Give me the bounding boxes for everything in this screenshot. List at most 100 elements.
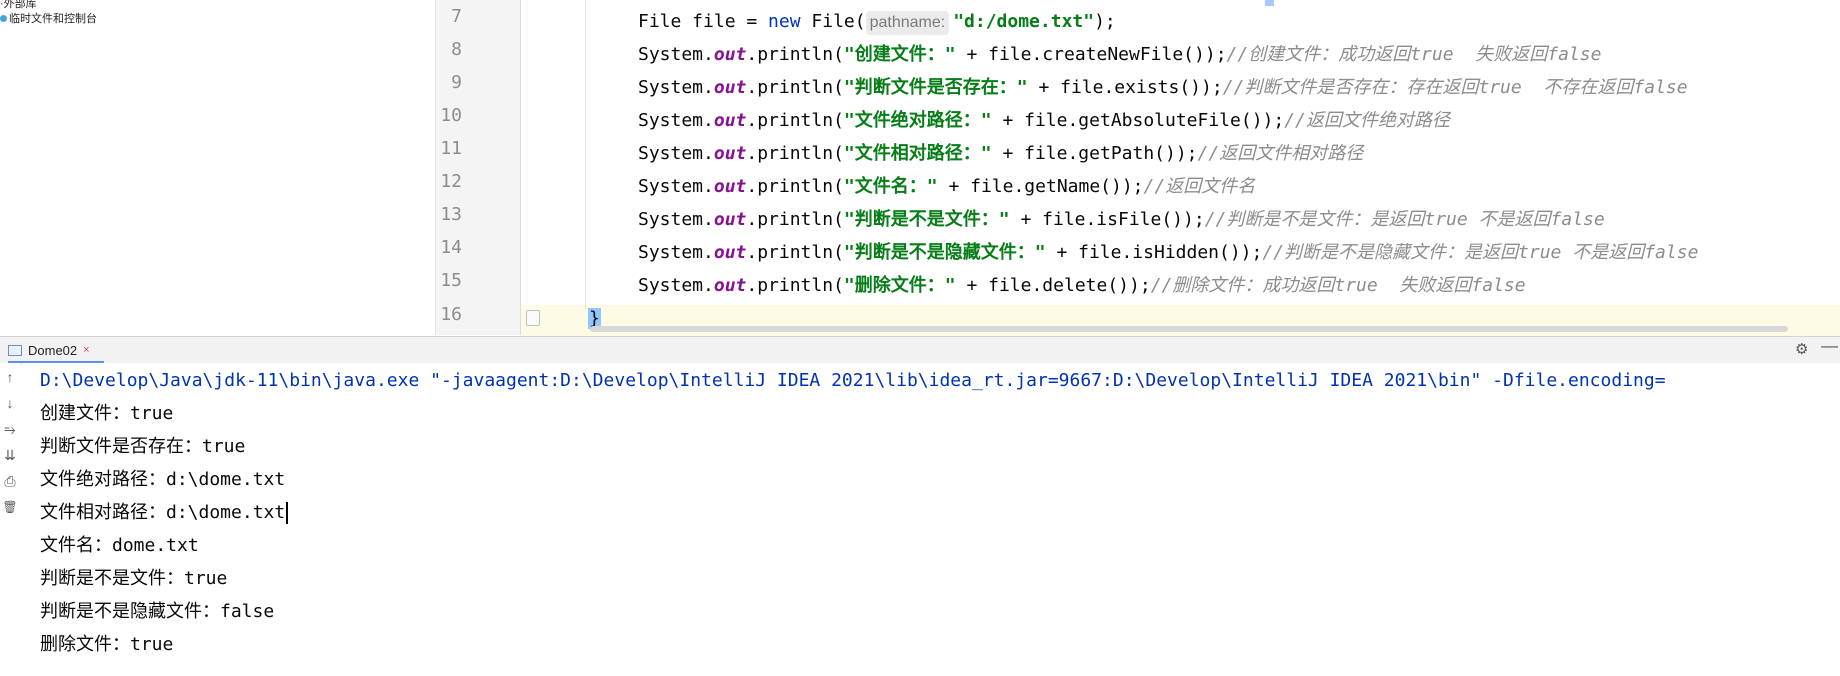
field-token: out	[713, 110, 747, 131]
field-token: out	[713, 77, 747, 98]
comment-token: //判断是不是隐藏文件：是返回true 不是返回false	[1262, 242, 1699, 263]
code-token: + file.isFile());	[1009, 209, 1205, 230]
run-tab-label: Dome02	[28, 342, 78, 358]
scroll-marker	[1265, 0, 1274, 6]
code-token: + file.delete());	[955, 275, 1151, 296]
console-line: 文件名：dome.txt	[40, 535, 199, 556]
line-number: 9	[451, 72, 462, 93]
parameter-hint: pathname:	[865, 11, 950, 35]
run-tool-window-header: Dome02 ×	[0, 336, 1840, 364]
console-line: 删除文件：true	[40, 634, 174, 655]
code-token: File file =	[638, 11, 769, 32]
field-token: out	[713, 275, 747, 296]
code-token: System.	[638, 275, 714, 296]
soft-wrap-icon[interactable]: ⥱	[0, 419, 20, 439]
string-token: "判断文件是否存在："	[843, 77, 1028, 98]
string-token: "删除文件："	[843, 275, 956, 296]
console-command-line: D:\Develop\Java\jdk-11\bin\java.exe "-ja…	[40, 370, 1666, 391]
comment-token: //创建文件：成功返回true 失败返回false	[1226, 44, 1602, 65]
code-token: .println(	[746, 242, 844, 263]
code-line[interactable]: File file = new File(pathname: "d:/dome.t…	[638, 6, 1116, 38]
console-line: 创建文件：true	[40, 403, 174, 424]
code-token: .println(	[746, 275, 844, 296]
console-line-with-caret: 文件相对路径：d:\dome.txt	[40, 496, 289, 529]
line-number: 13	[440, 204, 462, 225]
scroll-to-end-icon[interactable]: ⇊	[0, 445, 20, 465]
code-token: System.	[638, 143, 714, 164]
comment-token: //返回文件名	[1143, 176, 1256, 197]
line-number: 16	[440, 304, 462, 325]
indent-guide	[585, 0, 586, 310]
line-number: 12	[440, 171, 462, 192]
run-toolbar: ↑ ↓ ⥱ ⇊ ⎙ 🗑	[0, 363, 20, 676]
fold-icon[interactable]	[526, 310, 540, 326]
console-line: 判断文件是否存在：true	[40, 436, 246, 457]
rerun-up-icon[interactable]: ↑	[0, 367, 20, 387]
code-token: + file.isHidden());	[1045, 242, 1263, 263]
line-number: 7	[451, 6, 462, 27]
code-token: + file.exists());	[1027, 77, 1223, 98]
code-token: System.	[638, 110, 714, 131]
line-number: 15	[440, 270, 462, 291]
string-token: "d:/dome.txt"	[953, 11, 1095, 32]
line-number: 10	[440, 105, 462, 126]
string-token: "判断是不是文件："	[843, 209, 1010, 230]
field-token: out	[713, 143, 747, 164]
keyword-token: new	[768, 11, 801, 32]
gear-icon[interactable]: ⚙	[1795, 340, 1808, 358]
code-line[interactable]: System.out.println("文件名：" + file.getName…	[638, 171, 1255, 203]
console-output[interactable]	[22, 363, 1840, 676]
minimize-icon[interactable]: —	[1821, 336, 1838, 356]
close-icon[interactable]: ×	[83, 344, 89, 356]
field-token: out	[713, 209, 747, 230]
code-line[interactable]: System.out.println("文件绝对路径：" + file.getA…	[638, 105, 1450, 137]
code-line[interactable]: System.out.println("判断是不是文件：" + file.isF…	[638, 204, 1605, 236]
code-token: + file.createNewFile());	[955, 44, 1227, 65]
code-token: System.	[638, 209, 714, 230]
scroll-down-icon[interactable]: ↓	[0, 393, 20, 413]
code-token: .println(	[746, 44, 844, 65]
code-token: System.	[638, 242, 714, 263]
console-line: 判断是不是文件：true	[40, 568, 228, 589]
code-token: .println(	[746, 176, 844, 197]
code-token: + file.getPath());	[991, 143, 1198, 164]
run-config-icon	[8, 344, 22, 356]
comment-token: //判断是不是文件：是返回true 不是返回false	[1204, 209, 1605, 230]
code-token: .println(	[746, 77, 844, 98]
field-token: out	[713, 44, 747, 65]
string-token: "判断是不是隐藏文件："	[843, 242, 1046, 263]
horizontal-scrollbar[interactable]	[590, 326, 1788, 332]
code-line[interactable]: System.out.println("判断文件是否存在：" + file.ex…	[638, 72, 1688, 104]
comment-token: //返回文件相对路径	[1197, 143, 1364, 164]
print-icon[interactable]: ⎙	[0, 471, 20, 491]
comment-token: //删除文件：成功返回true 失败返回false	[1150, 275, 1526, 296]
line-number: 14	[440, 237, 462, 258]
comment-token: //返回文件绝对路径	[1284, 110, 1450, 131]
field-token: out	[713, 176, 747, 197]
console-line: 文件绝对路径：d:\dome.txt	[40, 469, 286, 490]
comment-token: //判断文件是否存在：存在返回true 不存在返回false	[1222, 77, 1688, 98]
code-line[interactable]: System.out.println("创建文件：" + file.create…	[638, 39, 1601, 71]
code-token: );	[1094, 11, 1116, 32]
code-token: .println(	[746, 209, 844, 230]
gutter-separator	[520, 0, 521, 335]
text-caret	[286, 502, 289, 524]
code-token: .println(	[746, 143, 844, 164]
code-token: System.	[638, 77, 714, 98]
trash-icon[interactable]: 🗑	[0, 497, 20, 517]
string-token: "创建文件："	[843, 44, 956, 65]
string-token: "文件名："	[843, 176, 938, 197]
line-number: 11	[440, 138, 462, 159]
code-line[interactable]: System.out.println("删除文件：" + file.delete…	[638, 270, 1526, 302]
string-token: "文件绝对路径："	[843, 110, 992, 131]
run-tab[interactable]: Dome02 ×	[8, 339, 90, 361]
string-token: "文件相对路径："	[843, 143, 992, 164]
code-token: .println(	[746, 110, 844, 131]
line-number: 8	[451, 39, 462, 60]
code-token: + file.getAbsoluteFile());	[991, 110, 1285, 131]
code-line[interactable]: System.out.println("判断是不是隐藏文件：" + file.i…	[638, 237, 1698, 269]
code-line[interactable]: System.out.println("文件相对路径：" + file.getP…	[638, 138, 1363, 170]
code-token: File(	[800, 11, 866, 32]
code-token: + file.getName());	[937, 176, 1144, 197]
console-line: 判断是不是隐藏文件：false	[40, 601, 275, 622]
